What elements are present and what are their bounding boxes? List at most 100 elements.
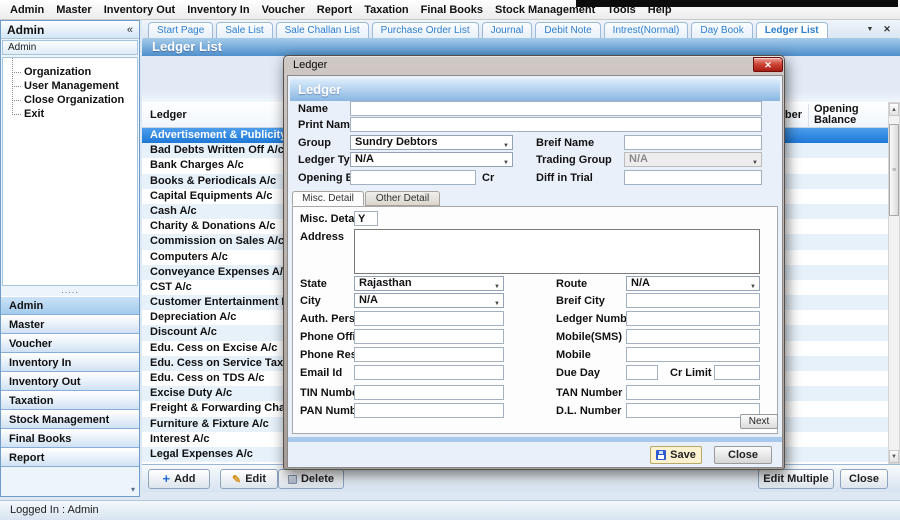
sidebar-splitter-handle[interactable]: .....: [1, 287, 139, 296]
accordion-item[interactable]: Taxation: [1, 391, 139, 410]
menu-item[interactable]: Voucher: [256, 0, 311, 20]
address-label: Address: [300, 231, 344, 243]
save-icon: [656, 450, 666, 460]
accordion-item[interactable]: Admin: [1, 296, 139, 315]
accordion-item[interactable]: Inventory In: [1, 353, 139, 372]
misc-detail-field[interactable]: [354, 211, 378, 226]
breif-city-label: Breif City: [556, 295, 605, 307]
vertical-scrollbar[interactable]: ▲ ≡ ▼: [888, 102, 900, 464]
misc-detail-label: Misc. Detail: [300, 213, 361, 225]
page-title: Ledger List: [142, 38, 900, 56]
route-select[interactable]: N/A ▼: [626, 276, 760, 291]
city-select[interactable]: N/A ▼: [354, 293, 504, 308]
document-tab[interactable]: Debit Note: [535, 22, 600, 38]
dialog-title: Ledger: [293, 59, 327, 71]
ledger-number-field[interactable]: [626, 311, 760, 326]
add-button[interactable]: + Add: [148, 469, 210, 489]
email-id-field[interactable]: [354, 365, 504, 380]
cr-limit-label: Cr Limit: [670, 367, 712, 379]
document-tab[interactable]: Journal: [482, 22, 533, 38]
tab-other-detail[interactable]: Other Detail: [365, 191, 440, 206]
sidebar-title: Admin: [7, 23, 44, 37]
document-tab[interactable]: Ledger List: [756, 22, 828, 38]
tree-item[interactable]: Exit: [3, 107, 137, 121]
tab-close-icon[interactable]: ✕: [881, 24, 893, 35]
tab-list-dropdown-icon[interactable]: ▼: [864, 24, 876, 33]
scroll-down-icon[interactable]: ▼: [889, 450, 899, 463]
tab-bar: Start PageSale ListSale Challan ListPurc…: [142, 20, 900, 38]
phone-resi-field[interactable]: [354, 347, 504, 362]
accordion-item[interactable]: Master: [1, 315, 139, 334]
dialog-close-button[interactable]: Close: [714, 446, 772, 464]
edit-button[interactable]: ✎ Edit: [220, 469, 278, 489]
diff-in-trial-label: Diff in Trial: [536, 172, 593, 184]
document-tab[interactable]: Sale List: [216, 22, 272, 38]
column-header-ledger[interactable]: Ledger: [150, 109, 187, 121]
menu-item[interactable]: Master: [50, 0, 97, 20]
auth-person-field[interactable]: [354, 311, 504, 326]
mobile-sms-field[interactable]: [626, 329, 760, 344]
pan-number-field[interactable]: [354, 403, 504, 418]
chevron-down-icon: ▼: [494, 298, 500, 311]
breif-name-field[interactable]: [624, 135, 762, 150]
collapse-icon[interactable]: «: [127, 24, 133, 36]
scroll-up-icon[interactable]: ▲: [889, 103, 899, 116]
sidebar-tree: OrganizationUser ManagementClose Organiz…: [2, 57, 138, 286]
menu-item[interactable]: Taxation: [358, 0, 414, 20]
accordion-item[interactable]: Report: [1, 448, 139, 467]
document-tab[interactable]: Sale Challan List: [276, 22, 369, 38]
scrollbar-thumb[interactable]: ≡: [889, 124, 899, 216]
save-button[interactable]: Save: [650, 446, 702, 464]
breif-name-label: Breif Name: [536, 137, 594, 149]
tree-item[interactable]: Organization: [3, 65, 137, 79]
state-select[interactable]: Rajasthan ▼: [354, 276, 504, 291]
accordion-item[interactable]: Inventory Out: [1, 372, 139, 391]
document-tab[interactable]: Intrest(Normal): [604, 22, 689, 38]
name-field[interactable]: [350, 101, 762, 116]
close-list-button[interactable]: Close: [840, 469, 888, 489]
tin-number-field[interactable]: [354, 385, 504, 400]
tree-item[interactable]: User Management: [3, 79, 137, 93]
menu-item[interactable]: Report: [311, 0, 358, 20]
ledger-type-select[interactable]: N/A ▼: [350, 152, 513, 167]
tan-number-field[interactable]: [626, 385, 760, 400]
tab-misc-detail[interactable]: Misc. Detail: [292, 191, 364, 206]
menu-item[interactable]: Inventory Out: [98, 0, 182, 20]
opening-bal-field[interactable]: [350, 170, 476, 185]
menu-item[interactable]: Final Books: [415, 0, 489, 20]
pencil-icon: ✎: [232, 473, 241, 486]
cr-limit-field[interactable]: [714, 365, 760, 380]
chevron-down-icon: ▼: [752, 157, 758, 170]
menu-item[interactable]: Admin: [4, 0, 50, 20]
phone-office-field[interactable]: [354, 329, 504, 344]
sidebar-subheader[interactable]: Admin: [2, 40, 138, 55]
column-header-opening-balance[interactable]: Opening Balance: [808, 104, 878, 128]
group-label: Group: [298, 137, 331, 149]
group-select[interactable]: Sundry Debtors ▼: [350, 135, 513, 150]
dialog-close-icon[interactable]: ✕: [753, 57, 783, 72]
sidebar-empty-area: ▾: [1, 467, 139, 496]
accordion-item[interactable]: Voucher: [1, 334, 139, 353]
delete-button[interactable]: Delete: [278, 469, 344, 489]
print-name-field[interactable]: [350, 117, 762, 132]
menu-item[interactable]: Inventory In: [181, 0, 255, 20]
document-tab[interactable]: Day Book: [691, 22, 752, 38]
mobile-field[interactable]: [626, 347, 760, 362]
status-bar: Logged In : Admin: [0, 500, 900, 520]
document-tab[interactable]: Purchase Order List: [372, 22, 479, 38]
address-field[interactable]: [354, 229, 760, 274]
accordion-overflow-icon[interactable]: ▾: [131, 485, 135, 494]
document-tab[interactable]: Start Page: [148, 22, 213, 38]
accordion-item[interactable]: Final Books: [1, 429, 139, 448]
diff-in-trial-field[interactable]: [624, 170, 762, 185]
edit-multiple-button[interactable]: Edit Multiple: [758, 469, 834, 489]
chevron-down-icon: ▼: [503, 157, 509, 170]
delete-icon: [288, 475, 297, 484]
sidebar-accordion: AdminMasterVoucherInventory InInventory …: [1, 296, 139, 467]
accordion-item[interactable]: Stock Management: [1, 410, 139, 429]
mobile-label: Mobile: [556, 349, 591, 361]
tree-item[interactable]: Close Organization: [3, 93, 137, 107]
breif-city-field[interactable]: [626, 293, 760, 308]
due-day-field[interactable]: [626, 365, 658, 380]
next-button[interactable]: Next: [740, 414, 778, 429]
